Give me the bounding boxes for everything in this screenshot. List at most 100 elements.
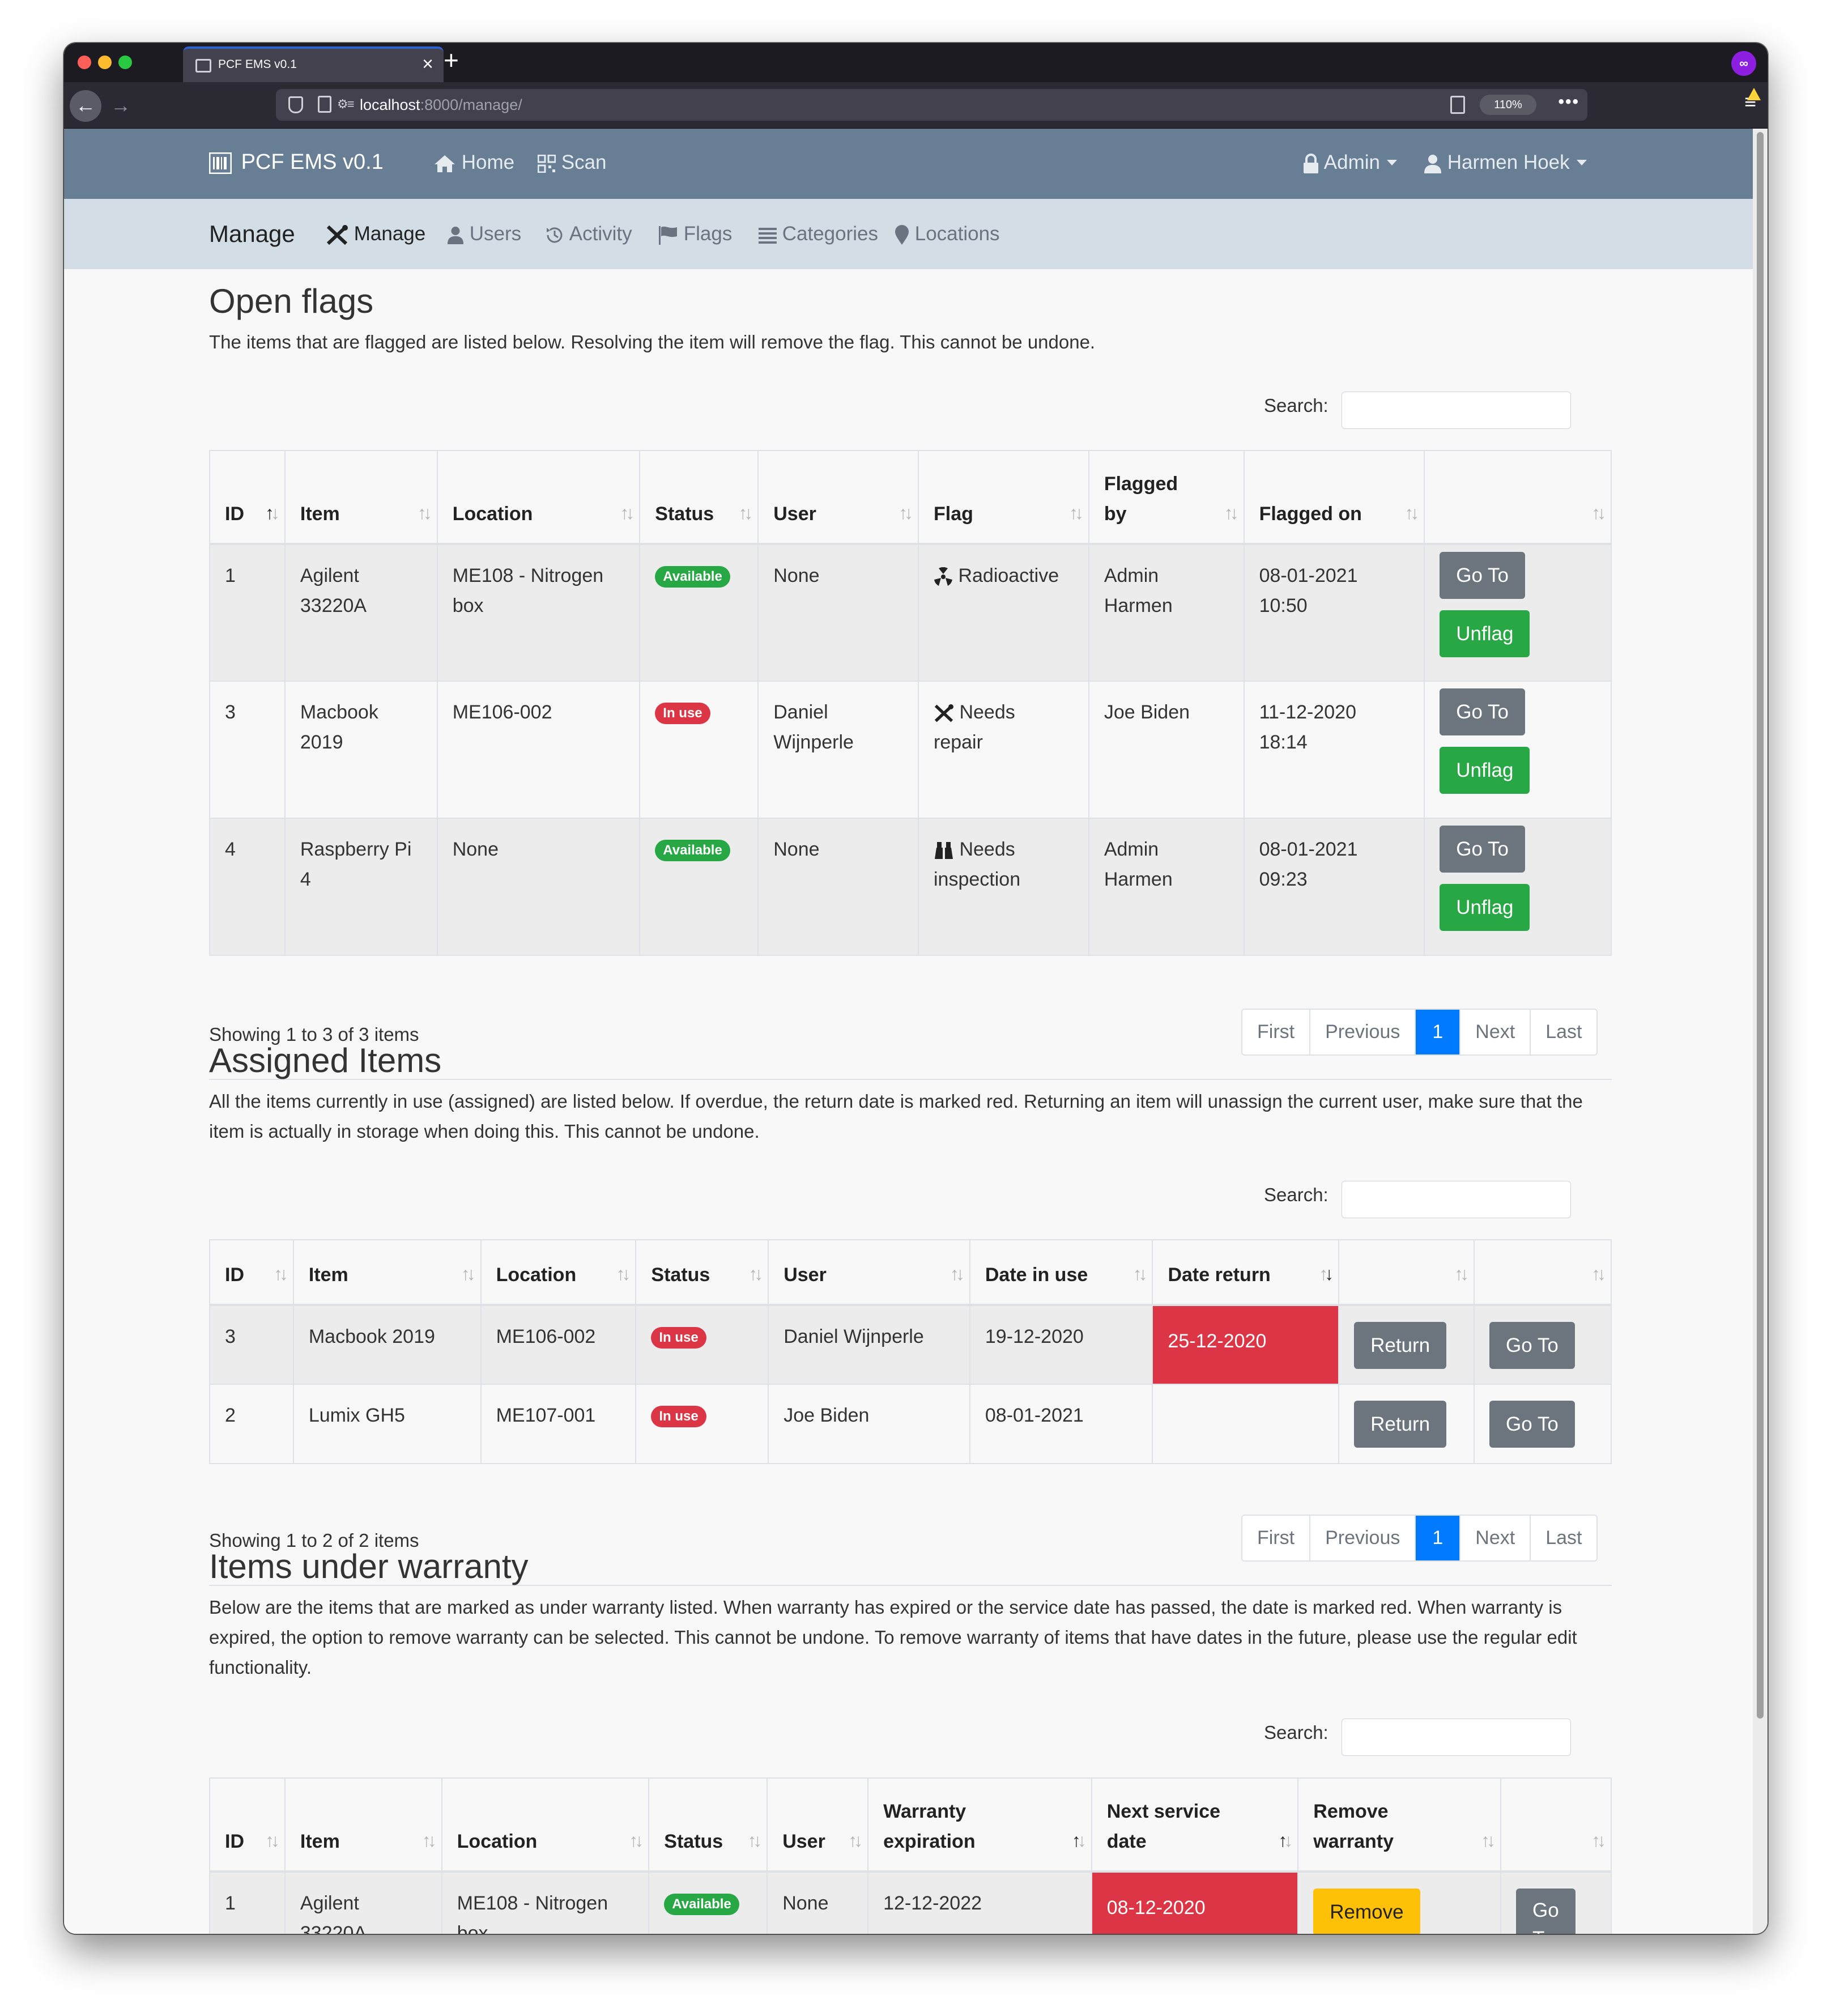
new-tab-button[interactable]: + xyxy=(444,45,459,75)
subnav-flags[interactable]: Flags xyxy=(658,223,732,245)
column-header-status[interactable]: Status ↑↓ xyxy=(648,1777,768,1873)
user-dropdown[interactable]: Harmen Hoek xyxy=(1424,151,1587,174)
cell-id: 3 xyxy=(209,1304,294,1385)
subnav-title: Manage xyxy=(209,220,295,247)
minimize-window-button[interactable] xyxy=(98,56,112,69)
header-label: User xyxy=(782,1831,825,1852)
admin-label: Admin xyxy=(1323,151,1381,173)
scrollbar-thumb[interactable] xyxy=(1757,132,1764,1719)
column-header-location[interactable]: Location ↑↓ xyxy=(480,1239,637,1306)
brand[interactable]: PCF EMS v0.1 xyxy=(209,150,384,175)
subnav-locations[interactable]: Locations xyxy=(895,223,1000,245)
column-header-flagged-on[interactable]: Flagged on ↑↓ xyxy=(1243,450,1425,545)
column-header-id[interactable]: ID ↑↓ xyxy=(209,1239,294,1306)
warranty-search-input[interactable] xyxy=(1342,1719,1571,1756)
pagination-previous[interactable]: Previous xyxy=(1310,1516,1416,1560)
column-header-flag[interactable]: Flag ↑↓ xyxy=(918,450,1089,545)
assigned-search-input[interactable] xyxy=(1342,1181,1571,1218)
page-scrollbar[interactable] xyxy=(1753,129,1768,1934)
flags-search-input[interactable] xyxy=(1342,392,1571,429)
column-header-id[interactable]: ID ↑↓ xyxy=(209,450,286,545)
nav-home[interactable]: Home xyxy=(433,151,514,174)
column-header-user[interactable]: User ↑↓ xyxy=(757,450,919,545)
cell-user: None xyxy=(767,1871,869,1934)
admin-dropdown[interactable]: Admin xyxy=(1302,151,1398,174)
column-header-item[interactable]: Item ↑↓ xyxy=(292,1239,482,1306)
column-header-goto[interactable]: ↑↓ xyxy=(1500,1777,1612,1873)
go-to-button[interactable]: Go To xyxy=(1440,688,1525,735)
column-header-item[interactable]: Item ↑↓ xyxy=(284,450,438,545)
column-header-status[interactable]: Status ↑↓ xyxy=(635,1239,769,1306)
go-to-button[interactable]: Go To xyxy=(1489,1322,1575,1369)
return-button[interactable]: Return xyxy=(1354,1322,1447,1369)
page-icon[interactable] xyxy=(318,96,331,113)
remove-warranty-button[interactable]: Remove xyxy=(1313,1889,1420,1934)
close-tab-icon[interactable]: × xyxy=(422,53,433,75)
column-header-user[interactable]: User ↑↓ xyxy=(768,1239,970,1306)
column-header-location[interactable]: Location ↑↓ xyxy=(436,450,641,545)
table-row: 3 Macbook 2019 ME106-002 In use Daniel W… xyxy=(209,1304,1612,1385)
cell-text: Raspberry Pi xyxy=(300,839,412,860)
cell-item: Macbook 2019 xyxy=(292,1304,482,1385)
back-button[interactable]: ← xyxy=(70,90,101,122)
reader-view-icon[interactable] xyxy=(1450,96,1465,114)
user-label: Harmen Hoek xyxy=(1447,151,1570,173)
browser-tab[interactable]: PCF EMS v0.1 × xyxy=(183,46,444,82)
flag-label: inspection xyxy=(934,869,1021,890)
go-to-button[interactable]: Go To xyxy=(1440,552,1525,599)
pagination-previous[interactable]: Previous xyxy=(1310,1010,1416,1054)
pagination-first[interactable]: First xyxy=(1242,1516,1311,1560)
cell-text: 10:50 xyxy=(1259,595,1308,616)
warranty-search-label: Search: xyxy=(1264,1722,1328,1743)
column-header-item[interactable]: Item ↑↓ xyxy=(284,1777,442,1873)
sort-icon: ↑↓ xyxy=(899,503,913,523)
column-header-remove-warranty[interactable]: Remove warranty ↑↓ xyxy=(1297,1777,1501,1873)
subnav-activity[interactable]: Activity xyxy=(544,223,632,245)
subnav-categories[interactable]: Categories xyxy=(759,223,878,245)
pagination-page[interactable]: 1 xyxy=(1416,1516,1461,1560)
qrcode-icon xyxy=(538,154,556,173)
go-to-button[interactable]: Go To xyxy=(1489,1401,1575,1448)
cell-id: 1 xyxy=(209,543,286,682)
shield-icon[interactable] xyxy=(288,96,303,113)
unflag-button[interactable]: Unflag xyxy=(1440,747,1530,794)
column-header-date-return[interactable]: Date return ↑↓ xyxy=(1152,1239,1340,1306)
go-to-button[interactable]: Go To xyxy=(1440,826,1525,873)
subnav-users[interactable]: Users xyxy=(447,223,521,245)
column-header-status[interactable]: Status ↑↓ xyxy=(639,450,759,545)
column-header-location[interactable]: Location ↑↓ xyxy=(441,1777,650,1873)
status-badge: Available xyxy=(655,566,730,588)
nav-scan[interactable]: Scan xyxy=(538,151,607,174)
more-actions-icon[interactable]: ••• xyxy=(1558,92,1579,112)
permissions-icon[interactable]: ⚙≡ xyxy=(337,97,355,112)
pagination-last[interactable]: Last xyxy=(1531,1010,1597,1054)
zoom-indicator[interactable]: 110% xyxy=(1480,95,1536,115)
column-header-next-service-date[interactable]: Next service date ↑↓ xyxy=(1091,1777,1299,1873)
url-text[interactable]: localhost:8000/manage/ xyxy=(360,96,522,114)
column-header-flagged-by[interactable]: Flagged by ↑↓ xyxy=(1088,450,1245,545)
app-menu-icon[interactable]: ≡ xyxy=(1744,88,1761,114)
pagination-first[interactable]: First xyxy=(1242,1010,1311,1054)
close-window-button[interactable] xyxy=(78,56,91,69)
pagination-next[interactable]: Next xyxy=(1460,1010,1531,1054)
column-header-date-in-use[interactable]: Date in use ↑↓ xyxy=(969,1239,1153,1306)
column-header-goto[interactable]: ↑↓ xyxy=(1474,1239,1612,1306)
column-header-actions[interactable]: ↑↓ xyxy=(1424,450,1612,545)
sort-icon: ↑↓ xyxy=(848,1830,863,1851)
column-header-warranty-expiration[interactable]: Warranty expiration ↑↓ xyxy=(867,1777,1092,1873)
pagination-next[interactable]: Next xyxy=(1460,1516,1531,1560)
private-browsing-icon[interactable]: ∞ xyxy=(1731,51,1756,76)
forward-button[interactable]: → xyxy=(110,90,131,121)
column-header-user[interactable]: User ↑↓ xyxy=(767,1777,869,1873)
unflag-button[interactable]: Unflag xyxy=(1440,610,1530,657)
unflag-button[interactable]: Unflag xyxy=(1440,884,1530,931)
go-to-button[interactable]: Go To xyxy=(1516,1889,1575,1934)
maximize-window-button[interactable] xyxy=(118,56,132,69)
address-bar[interactable]: ⚙≡ localhost:8000/manage/ 110% ••• xyxy=(276,89,1587,121)
column-header-id[interactable]: ID ↑↓ xyxy=(209,1777,286,1873)
pagination-page[interactable]: 1 xyxy=(1416,1010,1461,1054)
return-button[interactable]: Return xyxy=(1354,1401,1447,1448)
pagination-last[interactable]: Last xyxy=(1531,1516,1597,1560)
column-header-return[interactable]: ↑↓ xyxy=(1338,1239,1475,1306)
subnav-manage[interactable]: Manage xyxy=(326,223,425,246)
